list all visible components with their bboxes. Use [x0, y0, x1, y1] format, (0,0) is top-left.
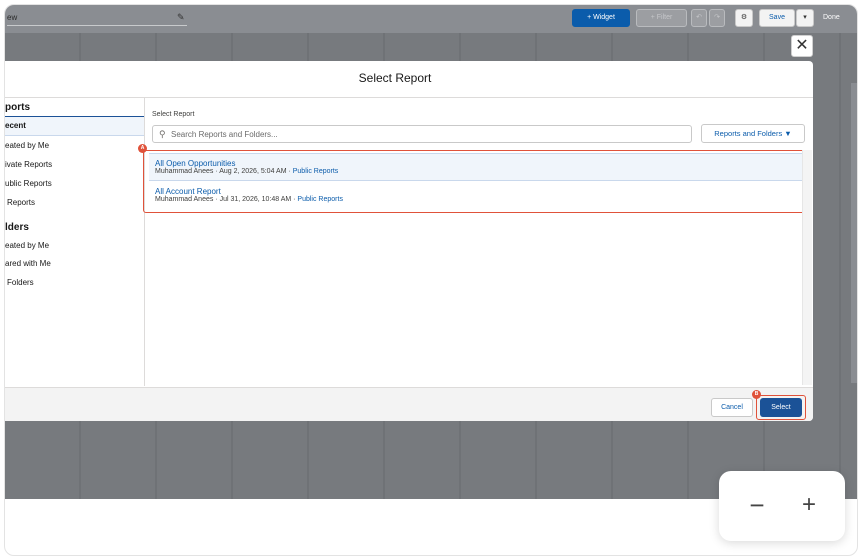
modal-title: Select Report: [358, 71, 432, 85]
select-button[interactable]: Select: [760, 398, 802, 417]
zoom-control: − +: [719, 471, 845, 541]
side-panel-tab: [851, 83, 857, 383]
modal-footer: [5, 387, 813, 421]
sidebar-folder-shared-with-me[interactable]: ared with Me: [5, 259, 51, 268]
marker-b-badge: B: [752, 390, 761, 399]
sidebar-item-public-reports[interactable]: ublic Reports: [5, 179, 52, 188]
report-row[interactable]: All Account Report Muhammad Anees · Jul …: [149, 182, 803, 210]
report-title[interactable]: All Open Opportunities: [155, 159, 236, 168]
report-sidebar: ports ecent eated by Me ivate Reports ub…: [5, 98, 145, 386]
sidebar-heading-folders: lders: [5, 222, 29, 233]
cancel-button[interactable]: Cancel: [711, 398, 753, 417]
select-report-label: Select Report: [152, 111, 195, 118]
save-button[interactable]: Save: [759, 9, 795, 27]
report-meta-text: Muhammad Anees · Aug 2, 2026, 5:04 AM ·: [155, 168, 293, 175]
gear-icon[interactable]: ⚙: [735, 9, 753, 27]
report-row[interactable]: All Open Opportunities Muhammad Anees · …: [149, 153, 803, 181]
results-scrollbar[interactable]: [802, 150, 812, 385]
save-dropdown-button[interactable]: ▾: [796, 9, 814, 27]
report-title[interactable]: All Account Report: [155, 187, 221, 196]
report-meta-text: Muhammad Anees · Jul 31, 2026, 10:48 AM …: [155, 196, 298, 203]
sidebar-item-created-by-me[interactable]: eated by Me: [5, 141, 49, 150]
add-widget-button[interactable]: + Widget: [572, 9, 630, 27]
marker-a-badge: A: [138, 144, 147, 153]
app-frame: ew ✎ + Widget + Filter ↶ ↷ ⚙ Save ▾ Done…: [4, 4, 858, 556]
search-box[interactable]: ⚲: [152, 125, 692, 143]
dashboard-toolbar: ew ✎ + Widget + Filter ↶ ↷ ⚙ Save ▾ Done: [5, 5, 857, 33]
zoom-out-button[interactable]: −: [745, 491, 769, 519]
report-meta: Muhammad Anees · Aug 2, 2026, 5:04 AM · …: [155, 168, 338, 175]
redo-icon[interactable]: ↷: [709, 9, 725, 27]
sidebar-folder-all-folders[interactable]: Folders: [7, 278, 34, 287]
sidebar-heading-reports: ports: [5, 102, 30, 113]
sidebar-item-all-reports[interactable]: Reports: [7, 198, 35, 207]
add-filter-button[interactable]: + Filter: [636, 9, 687, 27]
modal-header: Select Report: [5, 61, 813, 98]
sidebar-item-private-reports[interactable]: ivate Reports: [5, 160, 52, 169]
close-icon[interactable]: ✕: [791, 35, 813, 57]
sidebar-folder-created-by-me[interactable]: eated by Me: [5, 241, 49, 250]
report-folder-link[interactable]: Public Reports: [293, 168, 339, 175]
report-meta: Muhammad Anees · Jul 31, 2026, 10:48 AM …: [155, 196, 343, 203]
sidebar-item-recent[interactable]: ecent: [5, 121, 26, 130]
zoom-in-button[interactable]: +: [797, 491, 821, 519]
reports-and-folders-dropdown[interactable]: Reports and Folders ▼: [701, 124, 805, 143]
done-button[interactable]: Done: [823, 9, 840, 27]
search-input[interactable]: [171, 127, 671, 141]
dashboard-name-field[interactable]: ew: [7, 11, 187, 26]
select-report-modal: Select Report ports ecent eated by Me iv…: [5, 61, 813, 421]
pencil-icon[interactable]: ✎: [177, 12, 185, 23]
undo-icon[interactable]: ↶: [691, 9, 707, 27]
report-folder-link[interactable]: Public Reports: [297, 196, 343, 203]
search-icon: ⚲: [159, 129, 166, 139]
